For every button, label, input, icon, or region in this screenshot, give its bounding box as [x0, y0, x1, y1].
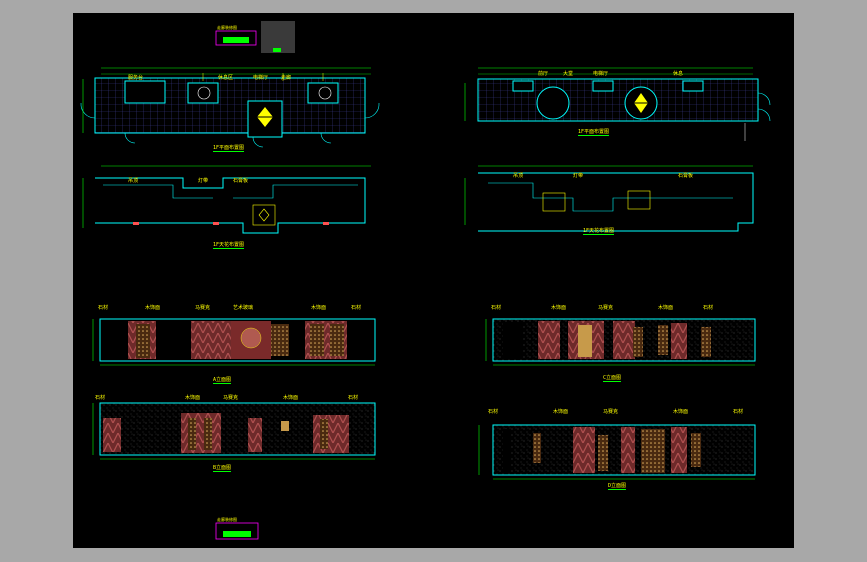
floor-plan-right-label: 前厅	[538, 71, 549, 77]
elevation-c-label: 木饰面	[551, 305, 567, 311]
drawing-sheet[interactable]: 走廊装修图 走廊装修图 1F平面布置图 服务台 休息区 电梯厅 走廊 1F平面布…	[73, 13, 794, 548]
elevation-a-label: 石材	[98, 305, 109, 311]
elevation-a	[92, 318, 376, 366]
elevation-c	[485, 318, 756, 366]
floor-plan-right-label: 休息	[673, 71, 684, 77]
floor-plan-left-label: 电梯厅	[253, 75, 269, 81]
elevation-d-caption: D立面图	[608, 483, 627, 490]
elevation-c-caption: C立面图	[603, 375, 622, 382]
elevation-c-label: 石材	[491, 305, 502, 311]
elevation-c-label: 马赛克	[598, 305, 614, 311]
floor-plan-right-label: 电梯厅	[593, 71, 609, 77]
elevation-a-caption: A立面图	[213, 377, 232, 384]
elevation-b-label: 石材	[348, 395, 359, 401]
floor-plan-right	[464, 67, 771, 141]
ceiling-plan-right-caption: 1F天花布置图	[583, 228, 615, 235]
ceiling-plan-left	[82, 165, 371, 234]
ceiling-plan-right-label: 石膏板	[678, 173, 694, 179]
elevation-b-label: 木饰面	[283, 395, 299, 401]
elevation-d-label: 马赛克	[603, 409, 619, 415]
title-block-bottom-text: 走廊装修图	[217, 517, 237, 522]
floor-plan-left-caption: 1F平面布置图	[213, 145, 245, 152]
floor-plan-right-label: 大堂	[563, 71, 574, 77]
ceiling-plan-left-label: 灯带	[198, 178, 209, 184]
elevation-a-label: 木饰面	[145, 305, 161, 311]
title-block-bottom	[215, 522, 259, 540]
floor-plan-left-label: 服务台	[128, 75, 144, 81]
elevation-b-label: 石材	[95, 395, 106, 401]
ceiling-plan-left-label: 石膏板	[233, 178, 249, 184]
elevation-b	[92, 402, 376, 460]
elevation-d-label: 石材	[488, 409, 499, 415]
elevation-d	[478, 424, 756, 480]
ceiling-plan-right-label: 灯带	[573, 173, 584, 179]
title-block-top-text: 走廊装修图	[217, 25, 237, 30]
elevation-d-label: 木饰面	[673, 409, 689, 415]
elevation-a-label: 石材	[351, 305, 362, 311]
cad-drawing	[80, 21, 771, 540]
elevation-b-label: 马赛克	[223, 395, 239, 401]
elevation-d-label: 木饰面	[553, 409, 569, 415]
elevation-b-label: 木饰面	[185, 395, 201, 401]
elevation-d-label: 石材	[733, 409, 744, 415]
ceiling-plan-left-caption: 1F天花布置图	[213, 242, 245, 249]
ceiling-plan-right-label: 吊顶	[513, 173, 524, 179]
elevation-c-label: 石材	[703, 305, 714, 311]
elevation-c-label: 木饰面	[658, 305, 674, 311]
floor-plan-right-caption: 1F平面布置图	[578, 129, 610, 136]
elevation-a-label: 艺术玻璃	[233, 305, 254, 311]
elevation-a-label: 木饰面	[311, 305, 327, 311]
floor-plan-left-label: 休息区	[218, 75, 234, 81]
ceiling-plan-right	[464, 165, 754, 232]
elevation-b-caption: B立面图	[213, 465, 232, 472]
elevation-a-label: 马赛克	[195, 305, 211, 311]
ceiling-plan-left-label: 吊顶	[128, 178, 139, 184]
floor-plan-left-label: 走廊	[281, 75, 292, 81]
